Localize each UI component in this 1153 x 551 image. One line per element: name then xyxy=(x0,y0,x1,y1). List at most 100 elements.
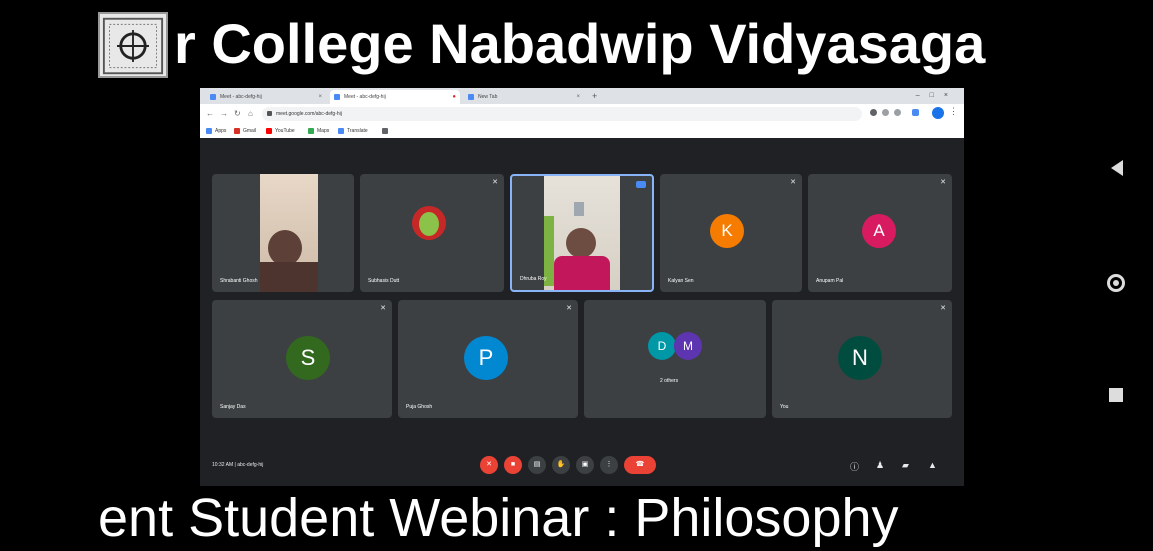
tab-bar: Meet - abc-defg-hij × Meet - abc-defg-hi… xyxy=(200,88,964,104)
participant-tile-self[interactable]: ✕ N You xyxy=(772,300,952,418)
forward-icon[interactable]: → xyxy=(220,108,228,120)
mic-off-icon: ✕ xyxy=(940,305,946,312)
participant-tile[interactable]: ✕ A Anupam Pal xyxy=(808,174,952,292)
pin-icon[interactable] xyxy=(636,181,646,188)
window-controls[interactable]: –□× xyxy=(916,88,958,104)
lock-icon xyxy=(267,111,272,116)
participant-tile[interactable]: ✕ S Sanjay Das xyxy=(212,300,392,418)
apps-icon xyxy=(206,128,212,134)
mic-off-icon: ✕ xyxy=(566,305,572,312)
more-options-button[interactable]: ⋮ xyxy=(600,456,618,474)
mic-off-icon: ✕ xyxy=(492,179,498,186)
close-icon[interactable]: × xyxy=(318,90,322,104)
meet-favicon-icon xyxy=(210,94,216,100)
gmail-icon xyxy=(234,128,240,134)
bookmark-gmail[interactable]: Gmail xyxy=(234,124,256,138)
mic-off-icon: ✕ xyxy=(790,179,796,186)
person-head xyxy=(566,228,596,258)
avatar-initial: D xyxy=(657,339,667,353)
bookmark-youtube[interactable]: YouTube xyxy=(266,124,295,138)
raise-hand-button[interactable]: ✋ xyxy=(552,456,570,474)
participant-tile[interactable]: ✕ Subhasis Dutt xyxy=(360,174,504,292)
more-icon[interactable]: ⋮ xyxy=(949,106,958,117)
meet-stage: Shrabanti Ghosh ✕ Subhasis Dutt Dhruba R… xyxy=(200,138,964,486)
recording-dot-icon: ● xyxy=(452,94,456,100)
college-logo xyxy=(98,12,168,78)
bookmark-apps[interactable]: Apps xyxy=(206,124,226,138)
extension-icon-2[interactable] xyxy=(912,109,919,116)
mic-off-icon: ✕ xyxy=(940,179,946,186)
mic-off-icon: ✕ xyxy=(380,305,386,312)
wall-frame xyxy=(574,202,584,216)
bookmark-label: Maps xyxy=(317,128,330,134)
end-call-button[interactable]: ☎ xyxy=(624,456,656,474)
back-icon[interactable]: ← xyxy=(206,108,214,120)
people-icon[interactable]: ♟ xyxy=(876,460,884,471)
tab-label: Meet - abc-defg-hij xyxy=(220,94,262,100)
browser-tab-2[interactable]: Meet - abc-defg-hij ● xyxy=(330,90,460,104)
star-icon[interactable] xyxy=(882,109,889,116)
bookmark-translate[interactable]: Translate xyxy=(338,124,368,138)
home-icon[interactable] xyxy=(1107,274,1125,292)
participant-tile-active[interactable]: Dhruba Roy xyxy=(510,174,654,292)
meeting-controls: 10:32 AM | abc-defg-hij ✕ ■ ▤ ✋ ▣ ⋮ ☎ ⓘ … xyxy=(200,446,964,486)
home-icon[interactable]: ⌂ xyxy=(248,108,253,120)
bookmark-maps[interactable]: Maps xyxy=(308,124,329,138)
avatar: P xyxy=(464,336,508,380)
profile-photo xyxy=(419,212,439,236)
participant-name: Dhruba Roy xyxy=(520,276,547,282)
back-icon[interactable] xyxy=(1111,160,1123,176)
tab-favicon-icon xyxy=(468,94,474,100)
browser-toolbar: ← → ↻ ⌂ meet.google.com/abc-defg-hij ⋮ xyxy=(200,104,964,124)
browser-tab-3[interactable]: New Tab × xyxy=(464,90,584,104)
bookmark-label: YouTube xyxy=(275,128,295,134)
participant-video xyxy=(260,174,318,292)
participant-name: Sanjay Das xyxy=(220,404,246,410)
info-icon[interactable]: ⓘ xyxy=(850,460,859,473)
browser-tab-1[interactable]: Meet - abc-defg-hij × xyxy=(206,90,326,104)
address-bar[interactable]: meet.google.com/abc-defg-hij xyxy=(262,107,862,121)
participant-name: Puja Ghosh xyxy=(406,404,433,410)
android-nav-bar xyxy=(1093,130,1153,430)
person-body xyxy=(554,256,610,290)
banner-title-bottom: ent Student Webinar : Philosophy xyxy=(98,488,899,548)
participant-tile[interactable]: ✕ P Puja Ghosh xyxy=(398,300,578,418)
close-icon[interactable]: × xyxy=(576,90,580,104)
reload-icon[interactable]: ↻ xyxy=(234,108,241,120)
youtube-icon xyxy=(266,128,272,134)
avatar: D xyxy=(648,332,676,360)
new-tab-icon[interactable]: + xyxy=(592,90,597,102)
avatar: M xyxy=(674,332,702,360)
avatar-initial: M xyxy=(683,339,693,353)
participant-tile[interactable]: Shrabanti Ghosh xyxy=(212,174,354,292)
participant-name: Kalyan Sen xyxy=(668,278,694,284)
avatar xyxy=(412,206,446,240)
address-text: meet.google.com/abc-defg-hij xyxy=(276,111,342,117)
participant-name: 2 others xyxy=(660,378,679,384)
participant-name: Shrabanti Ghosh xyxy=(220,278,258,284)
avatar: A xyxy=(862,214,896,248)
avatar[interactable] xyxy=(932,107,944,119)
bookmark-icon xyxy=(382,128,388,134)
bookmark-label: Gmail xyxy=(243,128,257,134)
avatar-initial: A xyxy=(873,221,885,240)
mic-off-button[interactable]: ✕ xyxy=(480,456,498,474)
translate-icon xyxy=(338,128,344,134)
chat-icon[interactable]: ▰ xyxy=(902,460,909,471)
camera-off-button[interactable]: ■ xyxy=(504,456,522,474)
recents-icon[interactable] xyxy=(1109,388,1123,402)
person-head xyxy=(268,230,302,266)
avatar: N xyxy=(838,336,882,380)
participant-tile[interactable]: ✕ K Kalyan Sen xyxy=(660,174,802,292)
participant-name: You xyxy=(780,404,789,410)
present-button[interactable]: ▣ xyxy=(576,456,594,474)
avatar-initial: P xyxy=(478,345,494,370)
camera-icon[interactable] xyxy=(870,109,877,116)
tab-label: New Tab xyxy=(478,94,498,100)
captions-button[interactable]: ▤ xyxy=(528,456,546,474)
avatar: K xyxy=(710,214,744,248)
participant-tile-group[interactable]: D M 2 others xyxy=(584,300,766,418)
activities-icon[interactable]: ▲ xyxy=(928,460,937,470)
participant-name: Subhasis Dutt xyxy=(368,278,400,284)
extension-icon[interactable] xyxy=(894,109,901,116)
